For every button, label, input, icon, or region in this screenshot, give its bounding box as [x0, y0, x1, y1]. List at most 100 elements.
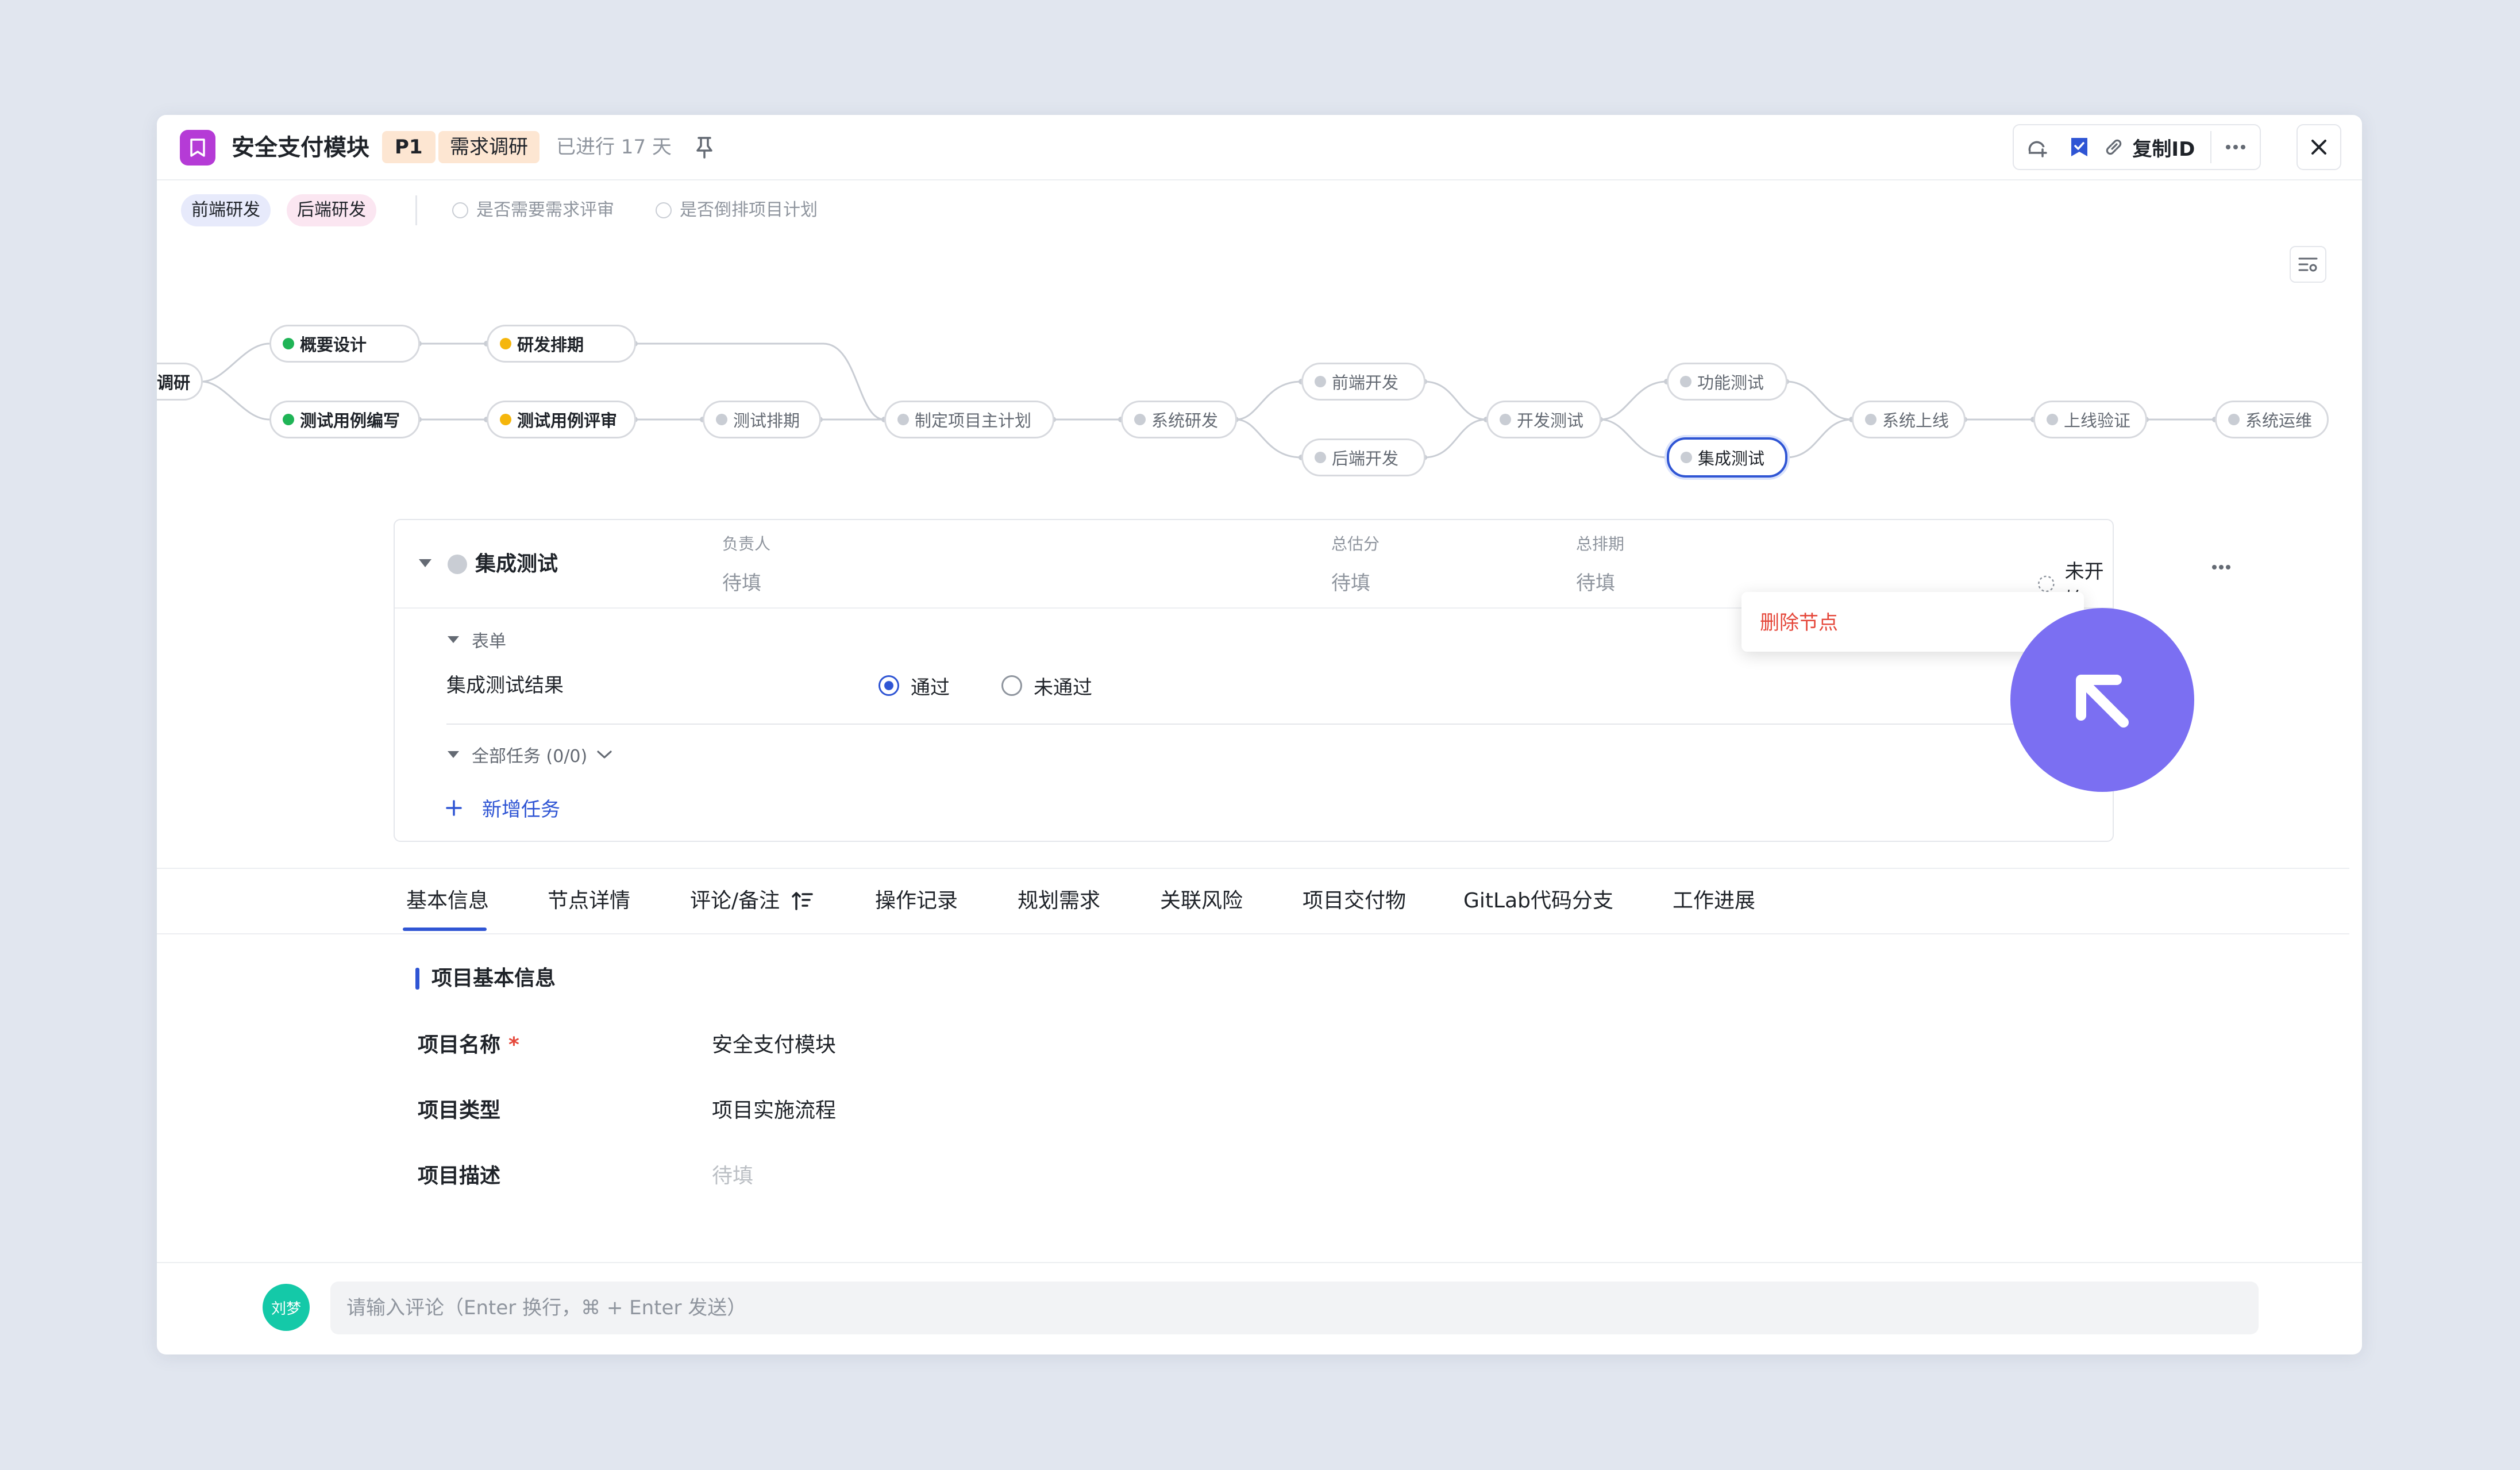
- field-value-project-type[interactable]: 项目实施流程: [712, 1095, 836, 1126]
- radio-label: 通过: [911, 676, 950, 699]
- node-name: 集成测试: [475, 552, 558, 576]
- node-detail-panel: 集成测试 负责人 待填 总估分 待填 总排期 待填 未开始 表单 集成测试结果 …: [394, 519, 2230, 842]
- status-dot: [500, 338, 511, 349]
- tasks-toggle[interactable]: 全部任务 (0/0): [446, 742, 612, 767]
- flow-node[interactable]: 测试用例评审: [487, 401, 636, 438]
- tab-basic-info[interactable]: 基本信息: [406, 885, 489, 917]
- status-dot: [1865, 414, 1876, 425]
- flow-node-selected[interactable]: 集成测试: [1667, 437, 1787, 478]
- flow-node[interactable]: 前端开发: [1301, 363, 1425, 401]
- flow-node[interactable]: 测试排期: [703, 401, 821, 438]
- section-accent-bar: [415, 968, 419, 990]
- flow-node-label: 系统上线: [1882, 411, 1949, 430]
- tab-risks[interactable]: 关联风险: [1160, 885, 1243, 917]
- flow-node-label: 系统研发: [1151, 411, 1219, 430]
- flow-node[interactable]: 后端开发: [1301, 438, 1425, 476]
- radio-circle[interactable]: [1001, 675, 1022, 696]
- arrow-cursor-icon: [2076, 675, 2129, 728]
- flow-node[interactable]: 制定项目主计划: [884, 401, 1054, 438]
- status-dot: [1315, 376, 1326, 387]
- status-dot: [2047, 414, 2058, 425]
- tab-deliverables[interactable]: 项目交付物: [1303, 885, 1406, 917]
- section-title: 项目基本信息: [431, 967, 556, 990]
- owner-label: 负责人: [722, 534, 771, 553]
- schedule-value[interactable]: 待填: [1576, 567, 1615, 595]
- field-value-project-name[interactable]: 安全支付模块: [712, 1030, 836, 1061]
- status-dot: [1681, 452, 1692, 463]
- tab-comments[interactable]: 评论/备注: [690, 885, 814, 917]
- flow-node-label: 开发测试: [1517, 411, 1584, 430]
- flow-node[interactable]: 研发排期: [487, 325, 636, 363]
- owner-value[interactable]: 待填: [722, 567, 761, 595]
- caret-down-icon: [448, 751, 459, 758]
- field-label: 集成测试结果: [446, 674, 564, 697]
- flow-node[interactable]: 系统研发: [1121, 401, 1237, 438]
- status-dot: [448, 555, 467, 574]
- sort-icon: [792, 892, 813, 910]
- tab-node-detail[interactable]: 节点详情: [548, 885, 630, 917]
- cursor-highlight: [2010, 608, 2194, 792]
- flow-node-label: 前端开发: [1332, 373, 1399, 392]
- form-section-toggle[interactable]: 表单: [446, 627, 506, 652]
- tab-gitlab-branches[interactable]: GitLab代码分支: [1463, 885, 1613, 917]
- field-value-project-desc[interactable]: 待填: [712, 1161, 753, 1192]
- flow-node[interactable]: 系统上线: [1852, 401, 1966, 438]
- status-dot: [500, 414, 511, 425]
- radio-label: 未通过: [1034, 676, 1092, 699]
- section-divider: [446, 724, 2044, 725]
- flow-node-label: 测试排期: [733, 411, 800, 430]
- estimate-value[interactable]: 待填: [1331, 567, 1370, 595]
- status-dot: [283, 338, 294, 349]
- flow-node[interactable]: 调研: [157, 363, 203, 401]
- status-dot: [283, 414, 294, 425]
- plus-icon: [446, 799, 462, 816]
- flow-node[interactable]: 功能测试: [1667, 363, 1787, 401]
- flow-node-label: 制定项目主计划: [915, 411, 1032, 430]
- flow-node[interactable]: 测试用例编写: [269, 401, 420, 438]
- delete-node-menu-item[interactable]: 删除节点: [1760, 607, 1838, 635]
- status-dot: [2228, 414, 2240, 425]
- flow-connectors: [201, 341, 2218, 460]
- tab-planned-requirements[interactable]: 规划需求: [1018, 885, 1100, 917]
- status-dot: [1315, 452, 1326, 463]
- flow-node-label: 上线验证: [2064, 411, 2131, 430]
- comment-input[interactable]: 请输入评论（Enter 换行，⌘ + Enter 发送）: [330, 1282, 2259, 1334]
- flow-node-label: 系统运维: [2245, 411, 2313, 430]
- flow-node-label: 后端开发: [1332, 449, 1399, 468]
- status-dot: [1500, 414, 1511, 425]
- flow-node[interactable]: 开发测试: [1486, 401, 1601, 438]
- tab-comments-label: 评论/备注: [690, 889, 780, 913]
- required-mark: *: [508, 1033, 519, 1057]
- schedule-label: 总排期: [1576, 534, 1625, 553]
- comment-divider: [157, 1262, 2362, 1263]
- tab-work-progress[interactable]: 工作进展: [1673, 885, 1755, 917]
- flow-node-label: 调研: [157, 373, 191, 392]
- flow-node-label: 集成测试: [1698, 449, 1765, 468]
- radio-circle-checked[interactable]: [878, 675, 899, 696]
- flow-node[interactable]: 概要设计: [269, 325, 420, 363]
- node-more-button[interactable]: [2211, 561, 2231, 572]
- project-detail-window: 安全支付模块 P1 需求调研 已进行 17 天 复制ID 前端研发 后端研发 是…: [157, 115, 2362, 1354]
- radio-fail[interactable]: 未通过: [1001, 671, 1092, 701]
- collapse-toggle[interactable]: [418, 558, 433, 571]
- tasks-label: 全部任务 (0/0): [472, 746, 588, 767]
- status-dot: [1680, 376, 1691, 387]
- flow-node-label: 研发排期: [517, 335, 584, 355]
- caret-down-icon: [419, 559, 431, 567]
- flow-node[interactable]: 上线验证: [2033, 401, 2147, 438]
- radio-pass[interactable]: 通过: [878, 671, 950, 701]
- tabs-top-divider: [157, 868, 2349, 869]
- flow-node-label: 测试用例评审: [517, 411, 618, 430]
- tab-operation-log[interactable]: 操作记录: [875, 885, 958, 917]
- flow-node[interactable]: 系统运维: [2215, 401, 2329, 438]
- tabs-bottom-divider: [157, 933, 2349, 934]
- field-label-project-desc: 项目描述: [418, 1164, 501, 1188]
- add-task-button[interactable]: 新增任务: [445, 794, 560, 822]
- status-dot: [716, 414, 727, 425]
- flow-node-label: 概要设计: [300, 335, 367, 355]
- estimate-label: 总估分: [1331, 534, 1380, 553]
- avatar[interactable]: 刘梦: [263, 1284, 310, 1331]
- more-icon: [2212, 565, 2230, 569]
- form-section-label: 表单: [472, 632, 506, 652]
- field-label-project-type: 项目类型: [418, 1099, 501, 1122]
